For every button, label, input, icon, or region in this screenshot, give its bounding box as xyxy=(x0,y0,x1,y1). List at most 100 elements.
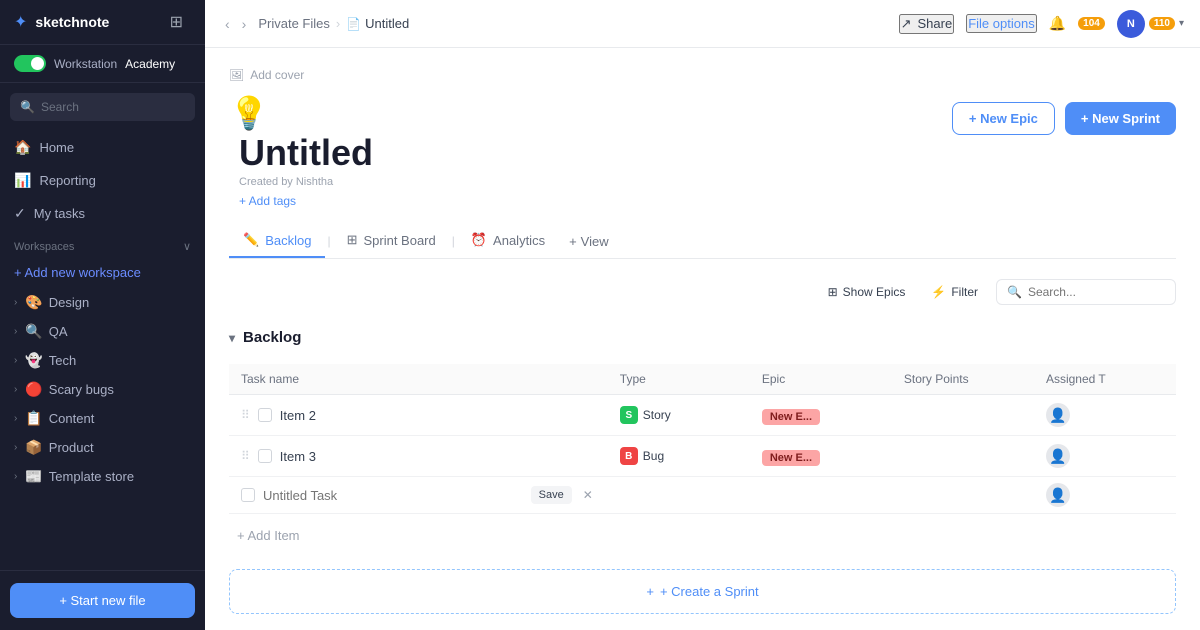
add-view-label: View xyxy=(581,234,609,249)
toggle-switch[interactable] xyxy=(14,55,46,72)
show-epics-icon: ⊞ xyxy=(828,285,838,299)
qa-chevron: › xyxy=(14,326,17,337)
tabs-bar: ✏️ Backlog | ⊞ Sprint Board | ⏰ Analytic… xyxy=(229,224,1176,259)
task-name-item2[interactable]: Item 2 xyxy=(280,408,316,423)
sidebar-item-template-store[interactable]: › 📰 Template store xyxy=(0,462,205,491)
drag-handle-item2[interactable]: ⠿ xyxy=(241,408,250,422)
avatar-area: N 110 ▾ xyxy=(1117,10,1184,38)
sidebar-bottom: + Start new file xyxy=(0,570,205,630)
qa-label: QA xyxy=(49,324,68,339)
checkbox-item2[interactable] xyxy=(258,408,272,422)
notification-bell-icon[interactable]: 🔔 xyxy=(1049,15,1066,32)
tab-separator-2: | xyxy=(450,234,457,248)
sidebar-item-reporting[interactable]: 📊 Reporting xyxy=(0,164,205,197)
create-sprint-button[interactable]: + + Create a Sprint xyxy=(244,584,1161,599)
backlog-section-header: ▾ Backlog xyxy=(229,319,1176,356)
file-options-button[interactable]: File options xyxy=(966,14,1036,33)
sidebar-item-tech[interactable]: › 👻 Tech xyxy=(0,346,205,375)
tab-analytics[interactable]: ⏰ Analytics xyxy=(457,224,559,258)
new-task-cancel-button[interactable]: ✕ xyxy=(580,485,596,505)
show-epics-button[interactable]: ⊞ Show Epics xyxy=(820,281,914,303)
workspaces-section-header: Workspaces ∨ xyxy=(0,230,205,257)
breadcrumb-current-label: Untitled xyxy=(365,16,409,31)
epic-badge-item3[interactable]: New E... xyxy=(762,450,820,466)
tab-backlog[interactable]: ✏️ Backlog xyxy=(229,224,325,258)
new-task-checkbox[interactable] xyxy=(241,488,255,502)
add-workspace-btn[interactable]: + Add new workspace xyxy=(0,257,205,288)
header-actions: + New Epic + New Sprint xyxy=(952,102,1176,135)
sidebar-item-content[interactable]: › 📋 Content xyxy=(0,404,205,433)
sidebar-item-scary-bugs[interactable]: › 🔴 Scary bugs xyxy=(0,375,205,404)
add-item-row: + Add Item xyxy=(229,514,1176,557)
table-search-box[interactable]: 🔍 xyxy=(996,279,1176,305)
avatar-chevron-icon[interactable]: ▾ xyxy=(1179,18,1184,29)
add-view-icon: + xyxy=(569,234,577,249)
share-icon: ↗ xyxy=(901,16,912,32)
type-badge-item2[interactable]: S Story xyxy=(620,406,671,424)
sidebar-item-my-tasks-label: My tasks xyxy=(34,206,85,221)
page-icon-small: 📄 xyxy=(346,17,361,31)
sidebar-item-reporting-label: Reporting xyxy=(39,173,95,188)
story-points-cell-item3 xyxy=(892,436,1034,477)
avatar-badge: 110 xyxy=(1149,17,1175,30)
page-title[interactable]: Untitled xyxy=(239,132,373,174)
checkbox-item3[interactable] xyxy=(258,449,272,463)
breadcrumb-current-page: 📄 Untitled xyxy=(346,16,409,31)
drag-handle-item3[interactable]: ⠿ xyxy=(241,449,250,463)
type-badge-item3[interactable]: B Bug xyxy=(620,447,664,465)
tab-sprint-board[interactable]: ⊞ Sprint Board xyxy=(333,224,450,258)
sidebar-item-qa[interactable]: › 🔍 QA xyxy=(0,317,205,346)
content-label: Content xyxy=(49,411,95,426)
template-store-label: Template store xyxy=(49,469,134,484)
sidebar-item-home[interactable]: 🏠 Home xyxy=(0,131,205,164)
add-cover-button[interactable]: 🖼 Add cover xyxy=(229,68,1176,82)
backlog-tab-icon: ✏️ xyxy=(243,232,259,248)
start-new-file-button[interactable]: + Start new file xyxy=(10,583,195,618)
add-item-button[interactable]: + Add Item xyxy=(229,524,1176,547)
backlog-section-label: Backlog xyxy=(243,329,301,346)
bug-type-icon: B xyxy=(620,447,638,465)
task-name-item3[interactable]: Item 3 xyxy=(280,449,316,464)
new-task-input[interactable] xyxy=(263,488,523,503)
cover-icon: 🖼 xyxy=(229,68,244,82)
collapse-icon[interactable]: ▾ xyxy=(229,331,235,345)
share-button[interactable]: ↗ Share xyxy=(899,14,955,34)
app-name: sketchnote xyxy=(35,14,109,30)
type-label-item3: Bug xyxy=(643,449,664,463)
search-input[interactable] xyxy=(41,100,185,114)
sidebar-item-design[interactable]: › 🎨 Design xyxy=(0,288,205,317)
table-search-icon: 🔍 xyxy=(1007,285,1022,299)
workspaces-label: Workspaces xyxy=(14,241,74,253)
assigned-user-icon-item2[interactable]: 👤 xyxy=(1046,403,1070,427)
sidebar-search-box[interactable]: 🔍 xyxy=(10,93,195,121)
tech-label: Tech xyxy=(49,353,76,368)
filter-button[interactable]: ⚡ Filter xyxy=(923,281,986,303)
col-story-points: Story Points xyxy=(892,364,1034,395)
workspaces-chevron[interactable]: ∨ xyxy=(183,240,191,253)
analytics-tab-label: Analytics xyxy=(493,233,545,248)
breadcrumb: Private Files › 📄 Untitled xyxy=(258,16,409,31)
back-button[interactable]: ‹ xyxy=(221,12,234,36)
scary-bugs-label: Scary bugs xyxy=(49,382,114,397)
new-task-save-button[interactable]: Save xyxy=(531,486,572,504)
table-search-input[interactable] xyxy=(1028,285,1165,299)
share-label: Share xyxy=(918,16,953,31)
new-sprint-button[interactable]: + New Sprint xyxy=(1065,102,1176,135)
task-name-cell-item3: ⠿ Item 3 xyxy=(229,436,608,477)
add-tags-button[interactable]: + Add tags xyxy=(239,194,373,208)
sidebar-toggle-icon[interactable]: ⊞ xyxy=(170,12,183,32)
page-header: 💡 Untitled Created by Nishtha + Add tags… xyxy=(229,94,1176,208)
breadcrumb-private-files[interactable]: Private Files xyxy=(258,16,330,31)
topbar: ‹ › Private Files › 📄 Untitled ↗ Share F… xyxy=(205,0,1200,48)
avatar[interactable]: N xyxy=(1117,10,1145,38)
create-sprint-area[interactable]: + + Create a Sprint xyxy=(229,569,1176,614)
new-epic-button[interactable]: + New Epic xyxy=(952,102,1055,135)
nav-arrows: ‹ › xyxy=(221,12,250,36)
sidebar-item-product[interactable]: › 📦 Product xyxy=(0,433,205,462)
tab-add-view[interactable]: + View xyxy=(559,226,619,257)
epic-badge-item2[interactable]: New E... xyxy=(762,409,820,425)
sidebar-item-my-tasks[interactable]: ✓ My tasks xyxy=(0,197,205,230)
forward-button[interactable]: › xyxy=(238,12,251,36)
assigned-user-icon-item3[interactable]: 👤 xyxy=(1046,444,1070,468)
reporting-icon: 📊 xyxy=(14,172,31,189)
